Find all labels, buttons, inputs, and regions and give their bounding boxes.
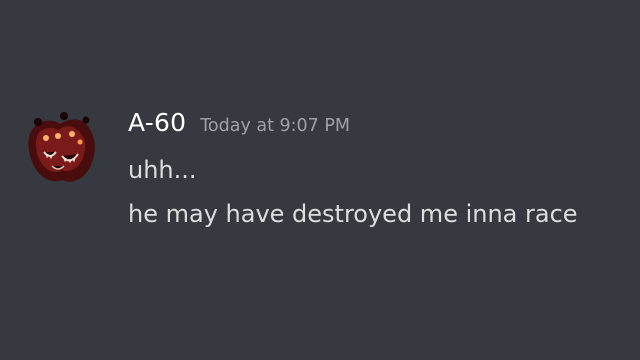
message-line: he may have destroyed me inna race xyxy=(128,200,578,228)
message-timestamp[interactable]: Today at 9:07 PM xyxy=(200,116,350,136)
chat-message: A-60 Today at 9:07 PM uhh... he may have… xyxy=(0,0,640,360)
a60-monster-face-icon xyxy=(28,112,95,182)
author-name[interactable]: A-60 xyxy=(128,108,186,137)
avatar[interactable] xyxy=(22,108,98,188)
message-line: uhh... xyxy=(128,156,197,184)
message-header: A-60 Today at 9:07 PM xyxy=(128,108,350,137)
